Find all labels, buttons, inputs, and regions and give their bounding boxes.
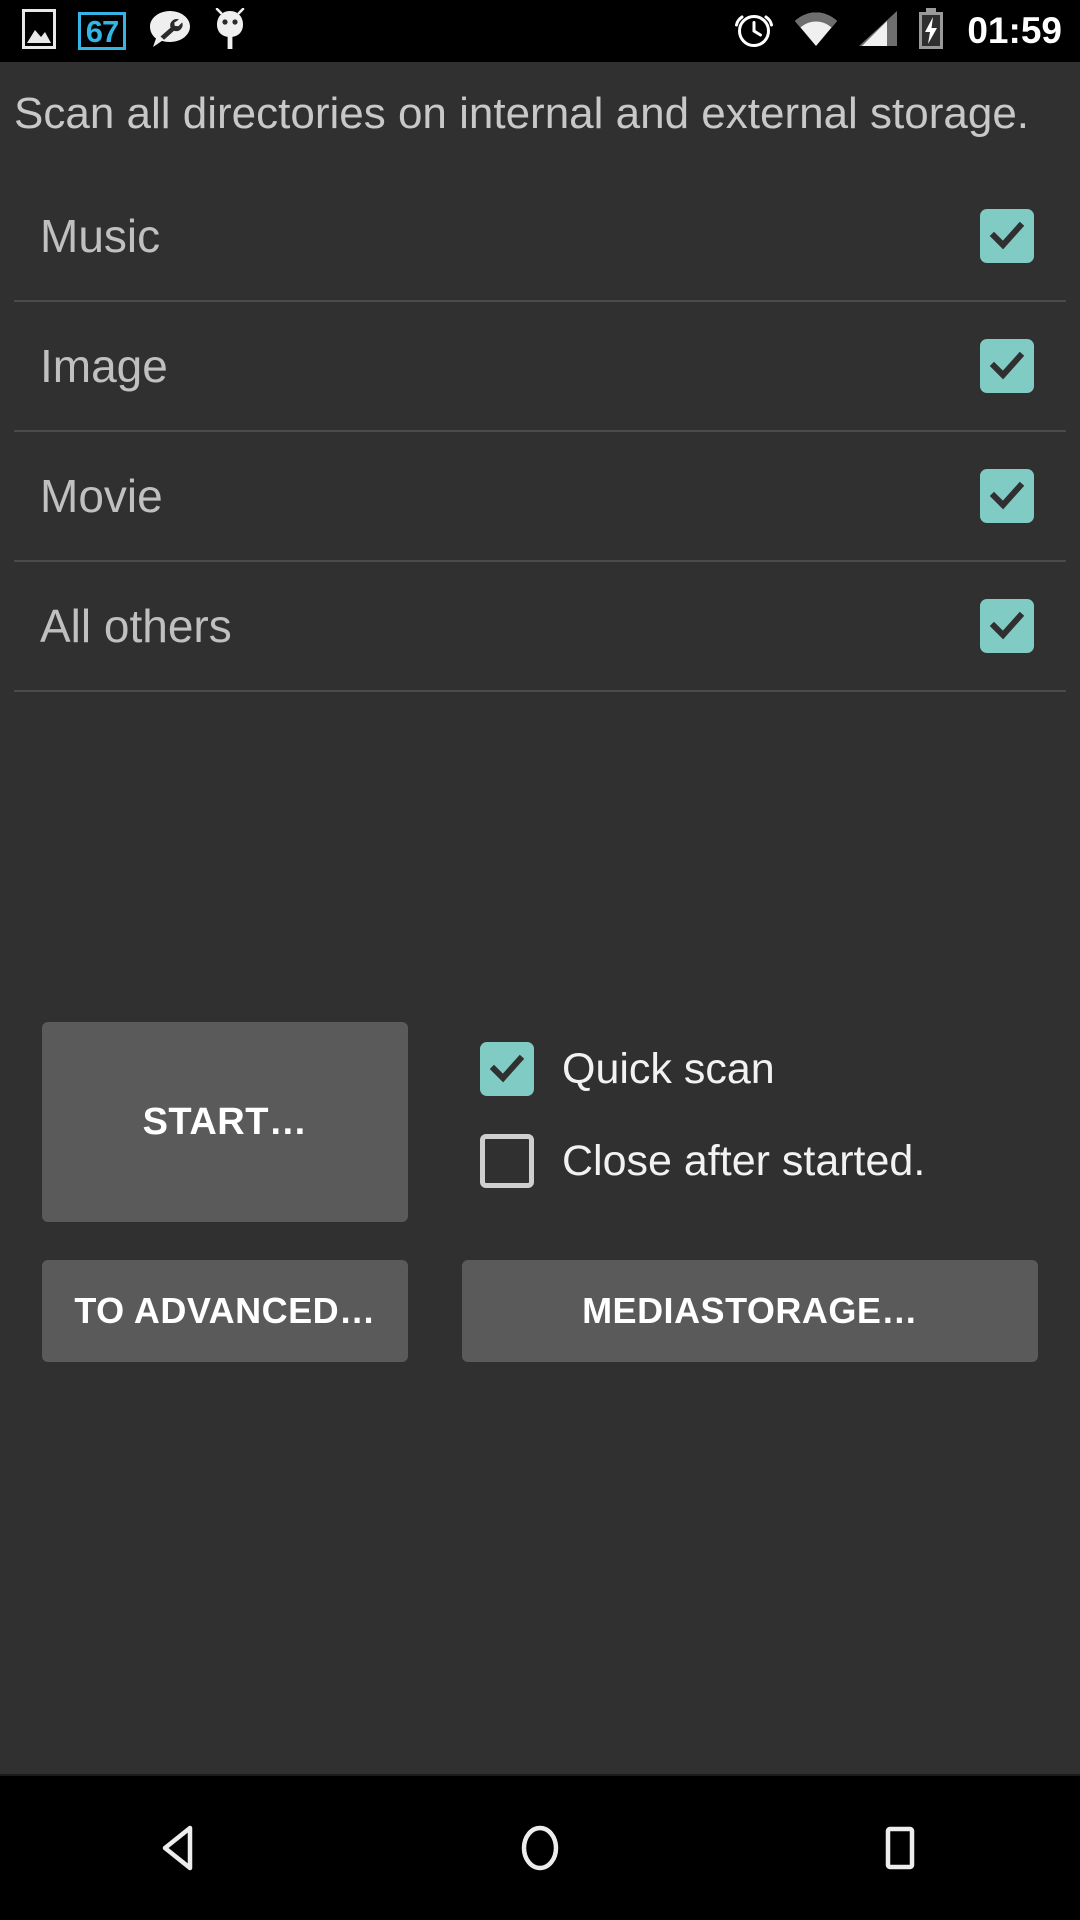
- status-bar-right-icons: 01:59: [733, 7, 1062, 55]
- option-label-quick-scan: Quick scan: [562, 1044, 775, 1093]
- checkbox-quick-scan[interactable]: [480, 1042, 534, 1096]
- option-row-quick-scan[interactable]: Quick scan: [480, 1042, 925, 1096]
- checkbox-image[interactable]: [980, 338, 1034, 393]
- status-bar-clock: 01:59: [967, 10, 1062, 51]
- android-screen: 67 01:59 Scan all directories on interna…: [0, 0, 1080, 1920]
- check-icon: [989, 351, 1025, 380]
- option-row-close-after-started[interactable]: Close after started.: [480, 1134, 925, 1188]
- notification-count-label: 67: [85, 13, 119, 49]
- check-icon: [989, 221, 1025, 250]
- category-row-movie[interactable]: Movie: [0, 432, 1080, 560]
- circle-icon: [521, 1825, 559, 1871]
- status-bar: 67 01:59: [0, 0, 1080, 62]
- chat-wrench-icon: [148, 9, 192, 54]
- battery-charging-icon: [917, 7, 945, 55]
- divider: [14, 689, 1066, 692]
- category-row-all-others[interactable]: All others: [0, 562, 1080, 690]
- back-button[interactable]: [90, 1776, 270, 1920]
- start-button[interactable]: START…: [42, 1022, 408, 1222]
- checkbox-music[interactable]: [980, 208, 1034, 263]
- check-icon: [989, 611, 1025, 640]
- category-row-music[interactable]: Music: [0, 172, 1080, 300]
- alarm-clock-icon: [733, 8, 775, 55]
- image-icon: [22, 8, 56, 54]
- triangle-left-icon: [162, 1825, 193, 1871]
- checkbox-movie[interactable]: [980, 468, 1034, 523]
- category-label-all-others: All others: [40, 599, 232, 652]
- main-content: Scan all directories on internal and ext…: [0, 62, 1080, 1774]
- recents-button[interactable]: [810, 1776, 990, 1920]
- wifi-icon: [793, 10, 839, 53]
- category-label-music: Music: [40, 209, 161, 262]
- notification-count-badge: 67: [78, 12, 126, 50]
- option-label-close-after-started: Close after started.: [562, 1136, 926, 1185]
- category-label-movie: Movie: [40, 469, 163, 522]
- category-list: Music Image Movie All others: [0, 172, 1080, 692]
- page-description: Scan all directories on internal and ext…: [14, 89, 1030, 138]
- square-icon: [885, 1826, 915, 1870]
- checkbox-close-after-started[interactable]: [480, 1134, 534, 1188]
- cellular-signal-icon: [857, 10, 899, 53]
- status-bar-left-icons: 67: [22, 7, 246, 55]
- start-and-options-row: START… Quick scan Close after started.: [0, 1022, 1080, 1222]
- category-row-image[interactable]: Image: [0, 302, 1080, 430]
- android-debug-icon: [214, 7, 246, 55]
- category-label-image: Image: [40, 339, 168, 392]
- check-icon: [489, 1054, 525, 1083]
- secondary-buttons-row: TO ADVANCED… MEDIASTORAGE…: [0, 1260, 1080, 1362]
- check-icon: [989, 481, 1025, 510]
- options-column: Quick scan Close after started.: [480, 1022, 925, 1188]
- to-advanced-button[interactable]: TO ADVANCED…: [42, 1260, 408, 1362]
- bottom-panel: START… Quick scan Close after started. T…: [0, 1022, 1080, 1422]
- system-navigation-bar: [0, 1774, 1080, 1920]
- home-button[interactable]: [450, 1776, 630, 1920]
- mediastorage-button[interactable]: MEDIASTORAGE…: [462, 1260, 1038, 1362]
- checkbox-all-others[interactable]: [980, 598, 1034, 653]
